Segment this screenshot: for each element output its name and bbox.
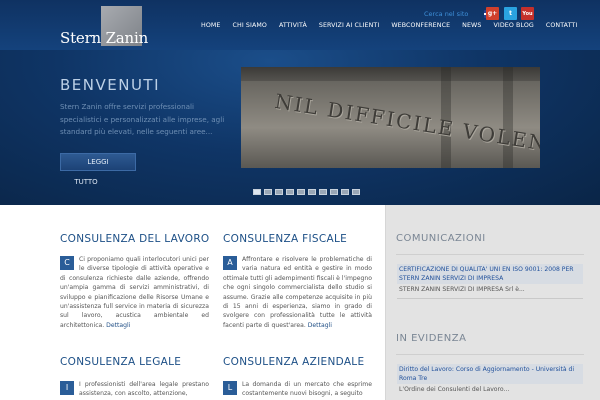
dropcap: A [223, 256, 237, 270]
slider-dot[interactable] [330, 189, 338, 195]
slider-dot[interactable] [319, 189, 327, 195]
section-body: Ci proponiamo quali interlocutori unici … [60, 256, 209, 329]
read-all-link[interactable]: TUTTO [60, 178, 112, 186]
section-text-lavoro: C Ci proponiamo quali interlocutori unic… [60, 255, 209, 330]
nav-servizi-ai-clienti[interactable]: SERVIZI AI CLIENTI [313, 22, 385, 29]
search-link[interactable]: Cerca nel sito [424, 10, 468, 18]
nav-home[interactable]: HOME [195, 22, 227, 29]
section-body: I professionisti dell'area legale presta… [79, 381, 209, 398]
details-link-fiscale[interactable]: Dettagli [308, 322, 332, 329]
slide-inscription: NIL DIFFICILE VOLENTI [273, 89, 540, 160]
section-title-fiscale[interactable]: CONSULENZA FISCALE [223, 233, 347, 245]
slider-dot[interactable] [341, 189, 349, 195]
evidenza-title: IN EVIDENZA [396, 333, 467, 344]
slide-cornice [241, 67, 540, 81]
dropcap: L [223, 381, 237, 395]
section-title-legale[interactable]: CONSULENZA LEGALE [60, 356, 181, 368]
comunicazioni-headline[interactable]: CERTIFICAZIONE DI QUALITA' UNI EN ISO 90… [397, 264, 583, 285]
comunicazioni-excerpt: STERN ZANIN SERVIZI DI IMPRESA Srl è... [399, 286, 525, 294]
section-text-fiscale: A Affrontare e risolvere le problematich… [223, 255, 372, 330]
divider [396, 354, 584, 355]
slider-dot[interactable] [297, 189, 305, 195]
section-title-lavoro[interactable]: CONSULENZA DEL LAVORO [60, 233, 210, 245]
divider [397, 297, 583, 299]
slide-pilaster [503, 67, 513, 168]
details-link-lavoro[interactable]: Dettagli [106, 322, 130, 329]
read-more-button[interactable]: LEGGI [60, 153, 136, 171]
section-body: Affrontare e risolvere le problematiche … [223, 256, 372, 329]
nav-news[interactable]: NEWS [456, 22, 487, 29]
evidenza-headline[interactable]: Diritto del Lavoro: Corso di Aggiornamen… [397, 364, 583, 385]
slider-dot[interactable] [308, 189, 316, 195]
nav-video-blog[interactable]: VIDEO BLOG [487, 22, 539, 29]
slider-dots [253, 189, 360, 195]
main-nav: HOME CHI SIAMO ATTIVITÀ SERVIZI AI CLIEN… [195, 22, 583, 29]
google-plus-button-icon[interactable]: g+ [486, 7, 499, 20]
hero-text: Stern Zanin offre servizi professionali … [60, 102, 225, 136]
slider-dot[interactable] [352, 189, 360, 195]
comunicazioni-title: COMUNICAZIONI [396, 233, 486, 244]
evidenza-item[interactable]: Diritto del Lavoro: Corso di Aggiornamen… [397, 364, 583, 396]
twitter-icon[interactable]: t [504, 7, 517, 20]
slider-dot[interactable] [264, 189, 272, 195]
slider-dot[interactable] [286, 189, 294, 195]
nav-chi-siamo[interactable]: CHI SIAMO [227, 22, 273, 29]
section-text-legale: I I professionisti dell'area legale pres… [60, 380, 209, 399]
section-text-aziendale: L La domanda di un mercato che esprime c… [223, 380, 372, 399]
dropcap: C [60, 256, 74, 270]
hero-banner: Stern Zanin Cerca nel sito g+ g+ g+ t Yo… [0, 0, 600, 205]
italian-flag-icon[interactable] [469, 10, 481, 18]
section-body: La domanda di un mercato che esprime cos… [242, 381, 372, 398]
nav-contatti[interactable]: CONTATTI [540, 22, 583, 29]
nav-attivita[interactable]: ATTIVITÀ [273, 22, 313, 29]
divider [396, 254, 584, 255]
youtube-icon[interactable]: You [521, 7, 534, 20]
logo[interactable]: Stern Zanin [60, 29, 148, 47]
comunicazioni-item[interactable]: CERTIFICAZIONE DI QUALITA' UNI EN ISO 90… [397, 264, 583, 301]
slider-dot[interactable] [275, 189, 283, 195]
section-title-aziendale[interactable]: CONSULENZA AZIENDALE [223, 356, 364, 368]
nav-webconference[interactable]: WEBCONFERENCE [385, 22, 456, 29]
dropcap: I [60, 381, 74, 395]
evidenza-excerpt: L'Ordine dei Consulenti del Lavoro... [399, 386, 510, 394]
slider-image[interactable]: NIL DIFFICILE VOLENTI [241, 67, 540, 168]
hero-title: BENVENUTI [60, 76, 161, 94]
slider-dot[interactable] [253, 189, 261, 195]
